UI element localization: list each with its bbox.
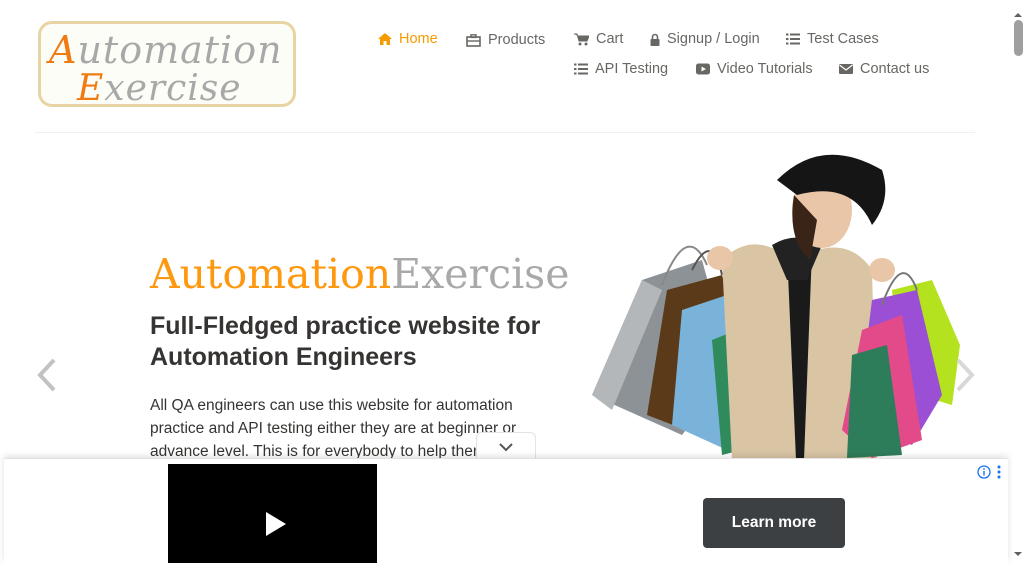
info-icon (977, 465, 991, 479)
hero-image (572, 140, 962, 460)
video-icon (696, 63, 710, 75)
nav-test-cases[interactable]: Test Cases (786, 31, 879, 47)
products-icon (466, 33, 481, 47)
logo-line-1: Automation (49, 28, 283, 72)
nav-video-tutorials-label: Video Tutorials (717, 61, 813, 77)
scrollbar-down-arrow[interactable] (1013, 545, 1023, 563)
bottom-ad-banner: Learn more (4, 458, 1008, 563)
site-logo[interactable]: Automation Exercise (38, 21, 296, 107)
slider-headline: Full-Fledged practice website for Automa… (150, 312, 541, 371)
list-icon (786, 33, 800, 45)
ad-options-button[interactable] (996, 465, 1002, 484)
slider-next-button[interactable] (954, 358, 976, 397)
chevron-down-icon (499, 442, 513, 451)
scrollbar-thumb[interactable] (1014, 20, 1023, 56)
ad-collapse-toggle[interactable] (476, 432, 536, 460)
nav-home-label: Home (399, 31, 438, 47)
chevron-right-icon (956, 358, 975, 392)
slider-prev-button[interactable] (36, 358, 58, 397)
envelope-icon (839, 64, 853, 74)
header-divider (35, 132, 975, 133)
chevron-left-icon (37, 358, 56, 392)
lock-icon (650, 33, 660, 46)
ad-info-button[interactable] (977, 465, 991, 484)
logo-line-2: Exercise (77, 68, 242, 107)
nav-signup-login-label: Signup / Login (667, 31, 760, 47)
more-vert-icon (997, 465, 1001, 479)
nav-home[interactable]: Home (378, 31, 438, 47)
slider-brand-title: AutomationExercise (150, 250, 570, 298)
home-icon (378, 33, 392, 45)
nav-video-tutorials[interactable]: Video Tutorials (696, 61, 813, 77)
list-icon (574, 63, 588, 75)
nav-products[interactable]: Products (466, 32, 545, 48)
nav-products-label: Products (488, 32, 546, 48)
nav-api-testing-label: API Testing (595, 61, 669, 77)
nav-api-testing[interactable]: API Testing (574, 61, 668, 77)
nav-contact-us-label: Contact us (860, 61, 930, 77)
play-icon (266, 512, 286, 536)
nav-cart-label: Cart (596, 31, 624, 47)
cart-icon (574, 33, 589, 45)
nav-signup-login[interactable]: Signup / Login (650, 31, 760, 47)
nav-test-cases-label: Test Cases (807, 31, 879, 47)
nav-cart[interactable]: Cart (574, 31, 623, 47)
ad-video-player[interactable] (168, 464, 377, 563)
nav-contact-us[interactable]: Contact us (839, 61, 929, 77)
learn-more-button[interactable]: Learn more (703, 498, 845, 548)
